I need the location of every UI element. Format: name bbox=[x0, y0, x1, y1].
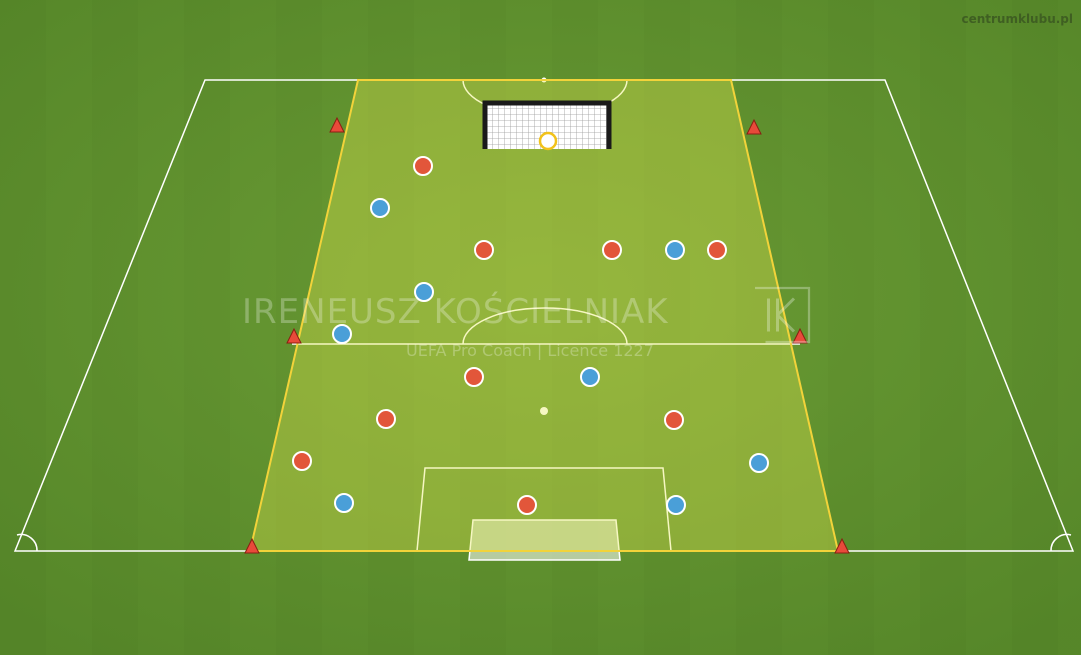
player-red bbox=[517, 495, 537, 515]
player-red bbox=[376, 409, 396, 429]
player-red bbox=[707, 240, 727, 260]
player-red bbox=[464, 367, 484, 387]
player-blue bbox=[334, 493, 354, 513]
player-blue bbox=[370, 198, 390, 218]
player-red bbox=[474, 240, 494, 260]
logo-icon bbox=[755, 286, 811, 344]
player-red bbox=[413, 156, 433, 176]
pitch-diagram: centrumklubu.pl IRENEUSZ KOŚCIELNIAK UEF… bbox=[0, 0, 1081, 655]
player-blue bbox=[580, 367, 600, 387]
player-blue bbox=[665, 240, 685, 260]
watermark-name: IRENEUSZ KOŚCIELNIAK bbox=[242, 292, 669, 332]
player-red bbox=[292, 451, 312, 471]
watermark-subtitle: UEFA Pro Coach | Licence 1227 bbox=[406, 341, 654, 360]
player-red bbox=[664, 410, 684, 430]
player-blue bbox=[666, 495, 686, 515]
ball-icon bbox=[538, 131, 558, 151]
player-blue bbox=[749, 453, 769, 473]
site-credit[interactable]: centrumklubu.pl bbox=[961, 12, 1073, 26]
player-red bbox=[602, 240, 622, 260]
